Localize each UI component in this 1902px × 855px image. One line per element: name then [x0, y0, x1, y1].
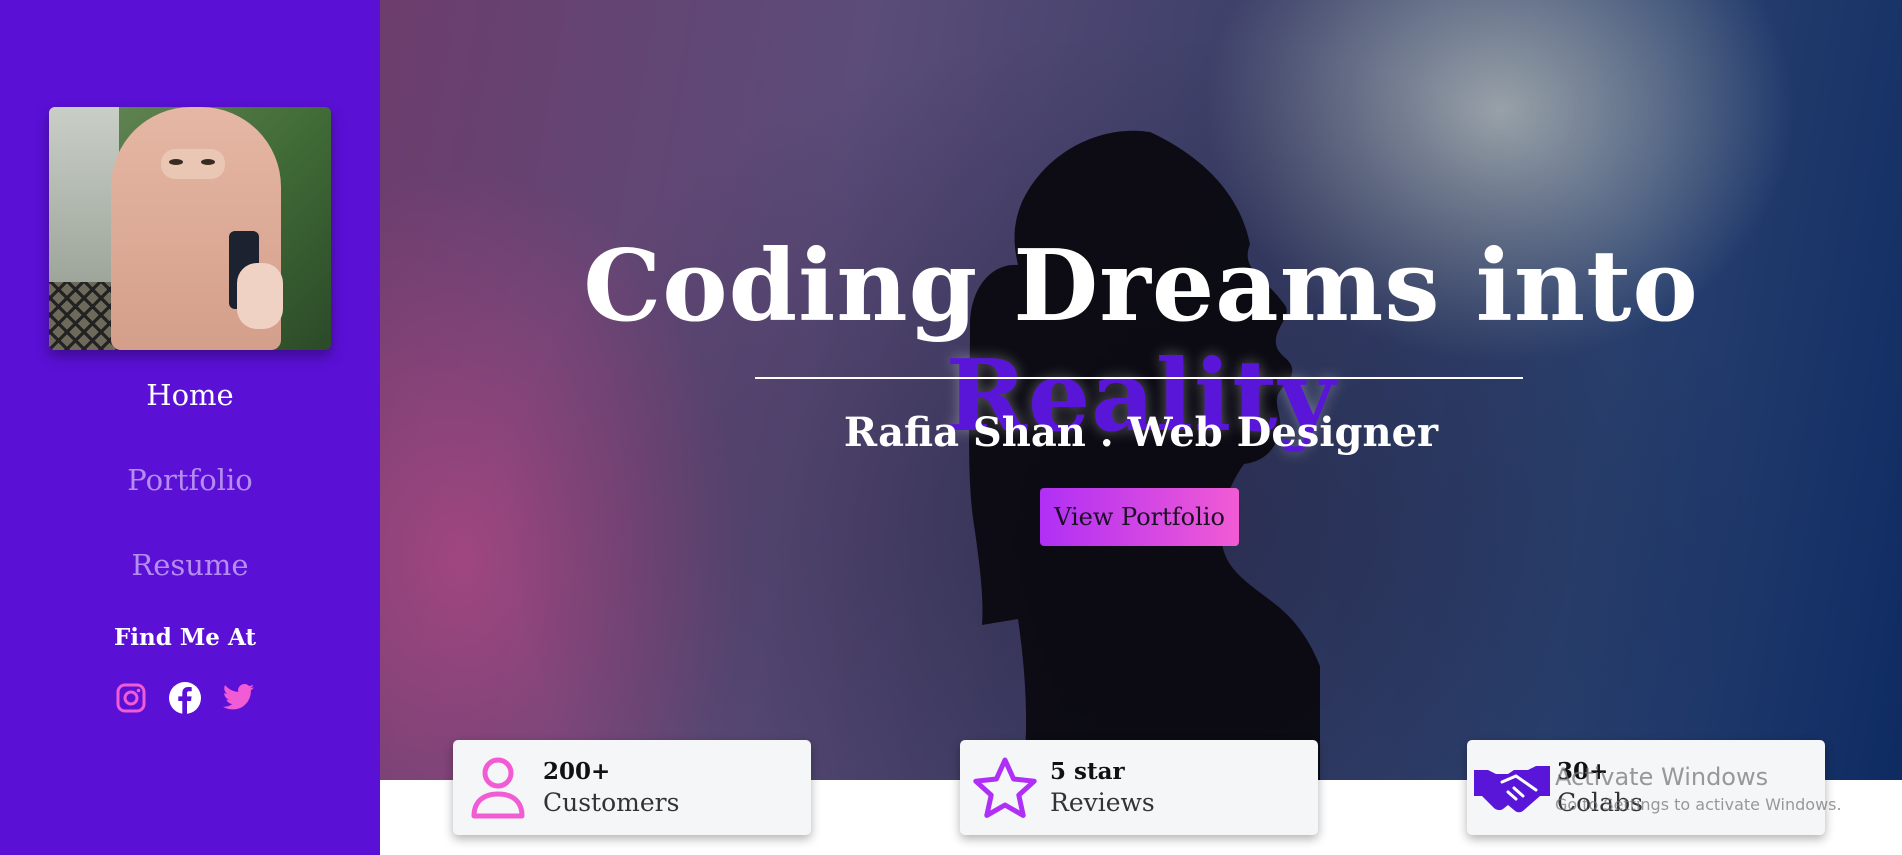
sidebar: Home Portfolio Resume Find Me At — [0, 0, 380, 855]
twitter-icon[interactable] — [222, 681, 256, 715]
instagram-icon[interactable] — [114, 681, 148, 715]
stat-label: Customers — [543, 787, 680, 817]
stat-label: Reviews — [1050, 787, 1155, 817]
facebook-icon[interactable] — [168, 681, 202, 715]
nav-portfolio[interactable]: Portfolio — [127, 463, 253, 497]
social-links — [114, 681, 256, 715]
stat-card-customers: 200+ Customers — [453, 740, 811, 835]
watermark-subtitle: Go to Settings to activate Windows. — [1555, 795, 1842, 814]
stat-number: 200+ — [543, 757, 611, 785]
nav-home[interactable]: Home — [146, 378, 233, 412]
profile-photo — [49, 107, 331, 350]
hero-section: Coding Dreams into Reality Rafia Shan . … — [380, 0, 1902, 780]
stat-number: 5 star — [1050, 757, 1125, 785]
find-me-heading: Find Me At — [113, 624, 257, 651]
hero-divider — [755, 377, 1523, 379]
user-icon — [453, 740, 543, 835]
star-icon — [960, 740, 1050, 835]
sidebar-nav: Home Portfolio Resume — [127, 378, 253, 582]
stat-card-reviews: 5 star Reviews — [960, 740, 1318, 835]
view-portfolio-button[interactable]: View Portfolio — [1040, 488, 1239, 546]
watermark-title: Activate Windows — [1555, 763, 1769, 791]
handshake-icon — [1467, 740, 1557, 835]
hero-subtitle: Rafia Shan . Web Designer — [843, 409, 1439, 456]
activate-windows-watermark: Activate Windows Go to Settings to activ… — [1555, 763, 1842, 814]
nav-resume[interactable]: Resume — [131, 548, 248, 582]
